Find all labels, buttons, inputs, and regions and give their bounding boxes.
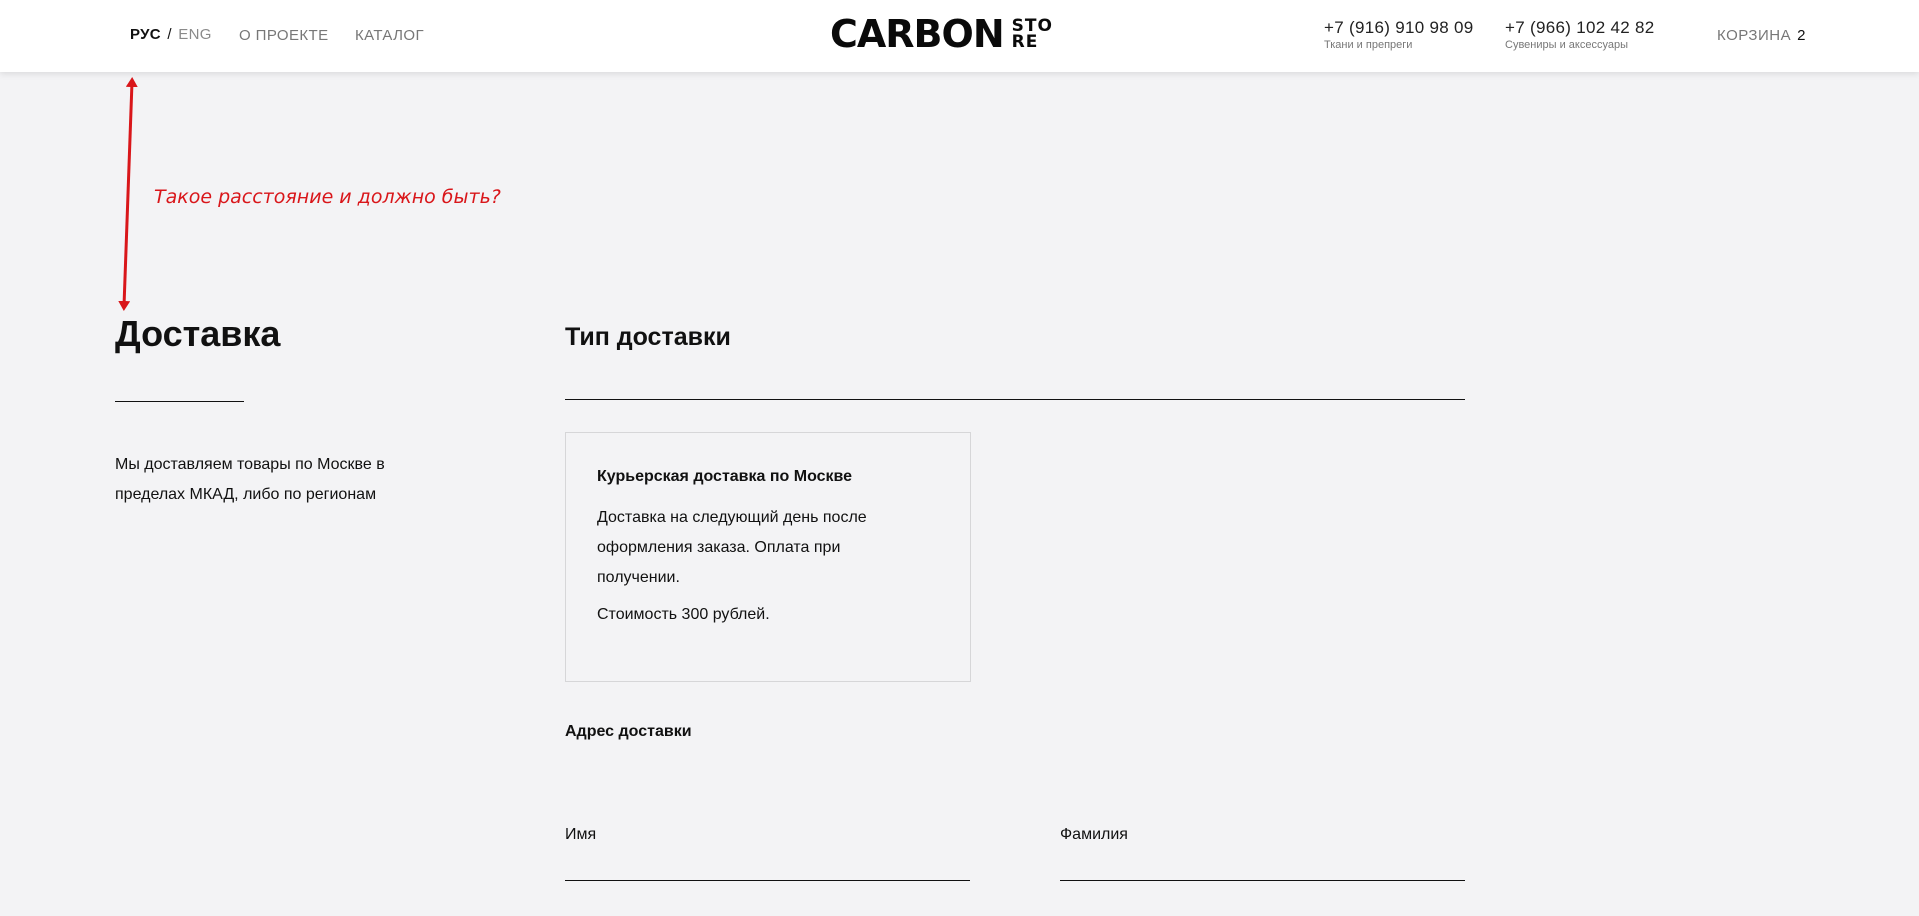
delivery-type-title: Тип доставки bbox=[565, 323, 731, 351]
last-name-label: Фамилия bbox=[1060, 826, 1128, 843]
phone-description: Сувениры и аксессуары bbox=[1505, 39, 1628, 51]
logo-wordmark: CARBON bbox=[830, 12, 1005, 56]
cart-count: 2 bbox=[1797, 27, 1806, 44]
page-description: Мы доставляем товары по Москве в предела… bbox=[115, 456, 385, 503]
lang-ru-link[interactable]: РУС bbox=[130, 26, 161, 43]
delivery-option-title: Курьерская доставка по Москве bbox=[597, 468, 853, 485]
nav-catalog-link[interactable]: КАТАЛОГ bbox=[355, 27, 424, 44]
cart-label: КОРЗИНА bbox=[1717, 27, 1792, 44]
phone-number[interactable]: +7 (966) 102 42 82 bbox=[1505, 18, 1655, 38]
phone-souvenirs[interactable]: +7 (966) 102 42 82 Сувениры и аксессуары bbox=[1505, 18, 1655, 51]
last-name-input[interactable] bbox=[1060, 854, 1465, 881]
logo-subtext: STO RE bbox=[1011, 18, 1053, 52]
first-name-field: Имя bbox=[565, 826, 970, 884]
page-title: Доставка bbox=[115, 313, 281, 354]
address-section-title: Адрес доставки bbox=[565, 723, 692, 740]
phone-fabrics[interactable]: +7 (916) 910 98 09 Ткани и препреги bbox=[1324, 18, 1474, 51]
site-header: РУС / ENG О ПРОЕКТЕ КАТАЛОГ CARBON STO R… bbox=[0, 0, 1919, 72]
last-name-field: Фамилия bbox=[1060, 826, 1465, 884]
logo-link[interactable]: CARBON STO RE bbox=[830, 14, 1053, 54]
annotation-text: Такое расстояние и должно быть? bbox=[154, 186, 501, 208]
first-name-input[interactable] bbox=[565, 854, 970, 881]
phone-number[interactable]: +7 (916) 910 98 09 bbox=[1324, 18, 1474, 38]
delivery-option-card[interactable]: Курьерская доставка по Москве Доставка н… bbox=[565, 432, 971, 682]
first-name-label: Имя bbox=[565, 826, 597, 843]
section-divider bbox=[565, 399, 1465, 400]
cart-link[interactable]: КОРЗИНА 2 bbox=[1717, 27, 1806, 44]
lang-en-link[interactable]: ENG bbox=[178, 26, 211, 43]
delivery-option-price: Стоимость 300 рублей. bbox=[597, 606, 770, 623]
title-divider bbox=[115, 401, 244, 402]
logo-sub-line2: RE bbox=[1011, 32, 1039, 52]
language-switcher: РУС / ENG bbox=[130, 26, 212, 43]
delivery-option-description: Доставка на следующий день после оформле… bbox=[597, 509, 867, 586]
phone-description: Ткани и препреги bbox=[1324, 39, 1413, 51]
nav-about-link[interactable]: О ПРОЕКТЕ bbox=[239, 27, 328, 44]
lang-separator: / bbox=[167, 26, 172, 43]
